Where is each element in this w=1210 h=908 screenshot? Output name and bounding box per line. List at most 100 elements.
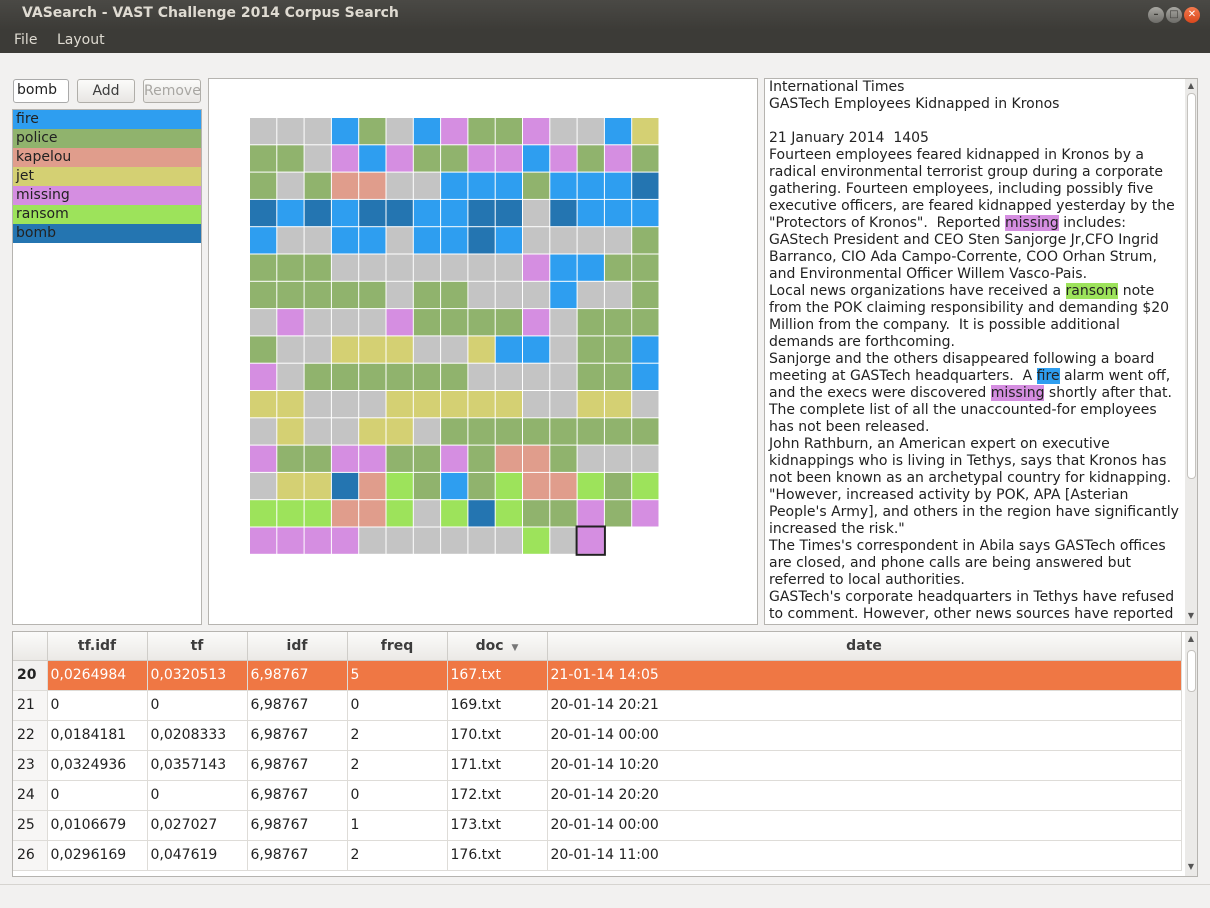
doc-cell[interactable]: [250, 172, 277, 199]
doc-cell[interactable]: [331, 363, 359, 390]
doc-cell[interactable]: [304, 199, 331, 227]
doc-cell[interactable]: [331, 527, 359, 554]
doc-cell[interactable]: [604, 199, 632, 227]
doc-cell[interactable]: [413, 445, 441, 472]
doc-cell[interactable]: [331, 172, 359, 199]
doc-cell[interactable]: [277, 118, 304, 145]
doc-cell[interactable]: [604, 172, 632, 199]
doc-cell[interactable]: [604, 118, 632, 145]
doc-cell[interactable]: [413, 500, 441, 527]
doc-cell[interactable]: [550, 309, 577, 336]
doc-cell[interactable]: [359, 445, 386, 472]
doc-cell[interactable]: [413, 281, 441, 309]
doc-cell[interactable]: [632, 254, 659, 281]
doc-cell[interactable]: [468, 145, 495, 172]
table-scrollbar[interactable]: ▲ ▼: [1185, 632, 1197, 876]
doc-cell[interactable]: [577, 227, 604, 254]
doc-cell[interactable]: [550, 500, 577, 527]
scroll-thumb[interactable]: [1187, 650, 1196, 692]
doc-cell[interactable]: [413, 309, 441, 336]
doc-cell[interactable]: [386, 336, 413, 363]
term-item-ransom[interactable]: ransom: [13, 205, 201, 224]
doc-cell[interactable]: [523, 254, 550, 281]
doc-cell[interactable]: [495, 527, 522, 554]
doc-cell[interactable]: [386, 227, 413, 254]
doc-cell[interactable]: [604, 254, 632, 281]
doc-cell[interactable]: [632, 336, 659, 363]
doc-cell[interactable]: [331, 418, 359, 445]
doc-cell[interactable]: [277, 500, 304, 527]
doc-cell[interactable]: [632, 118, 659, 145]
doc-cell[interactable]: [277, 336, 304, 363]
doc-cell[interactable]: [523, 118, 550, 145]
doc-cell[interactable]: [550, 363, 577, 390]
doc-cell[interactable]: [550, 145, 577, 172]
doc-cell[interactable]: [250, 363, 277, 390]
doc-cell[interactable]: [304, 500, 331, 527]
doc-cell[interactable]: [577, 391, 604, 418]
doc-cell[interactable]: [441, 227, 468, 254]
doc-cell[interactable]: [304, 527, 331, 554]
doc-cell[interactable]: [359, 118, 386, 145]
doc-cell[interactable]: [468, 527, 495, 554]
doc-cell[interactable]: [632, 309, 659, 336]
add-button[interactable]: Add: [77, 79, 135, 103]
doc-cell[interactable]: [468, 254, 495, 281]
doc-cell[interactable]: [495, 445, 522, 472]
term-item-jet[interactable]: jet: [13, 167, 201, 186]
doc-cell[interactable]: [277, 418, 304, 445]
doc-cell[interactable]: [250, 254, 277, 281]
doc-cell[interactable]: [550, 391, 577, 418]
doc-cell[interactable]: [413, 336, 441, 363]
doc-cell[interactable]: [604, 418, 632, 445]
column-header-freq[interactable]: freq: [347, 632, 448, 661]
doc-cell[interactable]: [386, 527, 413, 554]
doc-cell[interactable]: [359, 527, 386, 554]
scroll-up-icon[interactable]: ▲: [1185, 81, 1197, 91]
doc-cell[interactable]: [441, 472, 468, 500]
doc-cell[interactable]: [413, 172, 441, 199]
maximize-icon[interactable]: □: [1166, 7, 1182, 23]
doc-cell[interactable]: [604, 500, 632, 527]
doc-cell[interactable]: [331, 445, 359, 472]
doc-cell[interactable]: [277, 309, 304, 336]
doc-cell[interactable]: [386, 391, 413, 418]
doc-cell[interactable]: [495, 281, 522, 309]
doc-cell[interactable]: [250, 445, 277, 472]
doc-cell[interactable]: [304, 309, 331, 336]
table-row[interactable]: 21 0 0 6,98767 0 169.txt 20-01-14 20:21: [13, 690, 1182, 721]
doc-cell[interactable]: [577, 309, 604, 336]
doc-cell[interactable]: [250, 391, 277, 418]
doc-cell[interactable]: [523, 199, 550, 227]
doc-cell[interactable]: [386, 472, 413, 500]
remove-button[interactable]: Remove: [143, 79, 201, 103]
doc-cell[interactable]: [331, 472, 359, 500]
doc-cell[interactable]: [468, 418, 495, 445]
doc-cell[interactable]: [468, 500, 495, 527]
table-row[interactable]: 23 0,0324936 0,0357143 6,98767 2 171.txt 20-01…: [13, 750, 1182, 781]
doc-cell[interactable]: [604, 445, 632, 472]
doc-cell[interactable]: [250, 336, 277, 363]
doc-cell[interactable]: [277, 363, 304, 390]
doc-cell[interactable]: [468, 336, 495, 363]
doc-cell[interactable]: [495, 500, 522, 527]
doc-cell[interactable]: [577, 336, 604, 363]
doc-cell[interactable]: [250, 527, 277, 554]
column-header-idf[interactable]: idf: [247, 632, 348, 661]
doc-cell[interactable]: [441, 281, 468, 309]
doc-cell[interactable]: [495, 145, 522, 172]
doc-cell[interactable]: [277, 472, 304, 500]
column-header-doc[interactable]: doc ▼: [447, 632, 548, 661]
doc-cell[interactable]: [468, 281, 495, 309]
doc-cell[interactable]: [441, 527, 468, 554]
doc-cell[interactable]: [495, 309, 522, 336]
doc-cell[interactable]: [495, 227, 522, 254]
doc-cell[interactable]: [359, 199, 386, 227]
doc-cell[interactable]: [250, 309, 277, 336]
scroll-thumb[interactable]: [1187, 93, 1196, 479]
doc-cell[interactable]: [413, 118, 441, 145]
doc-cell[interactable]: [577, 254, 604, 281]
doc-cell[interactable]: [550, 254, 577, 281]
doc-cell[interactable]: [632, 445, 659, 472]
doc-cell[interactable]: [331, 336, 359, 363]
